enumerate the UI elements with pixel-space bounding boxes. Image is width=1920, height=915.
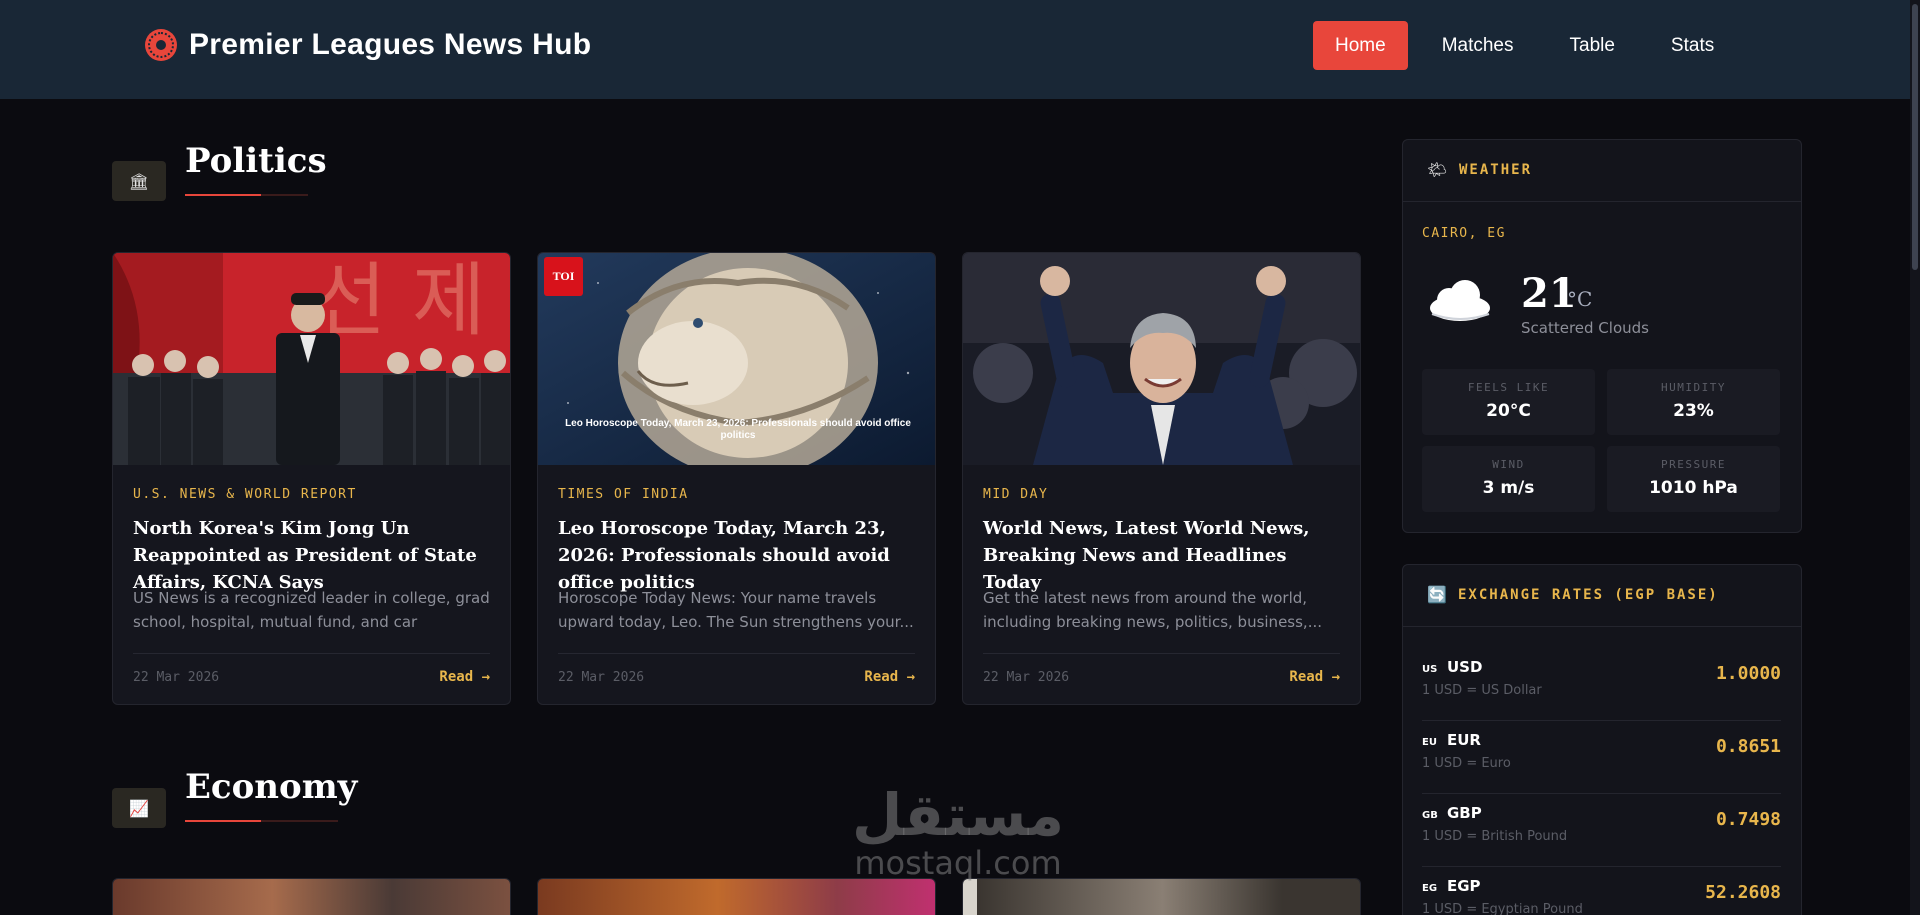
fx-code: EGP [1447, 877, 1481, 895]
section-title-economy: Economy [185, 767, 358, 807]
article-card[interactable]: TOI Leo Horoscope Today, March 23, 2026:… [537, 252, 936, 705]
fx-rate: 0.7498 [1715, 809, 1781, 830]
fx-row: EG EGP 1 USD = Egyptian Pound 52.2608 [1422, 867, 1781, 915]
main-nav: Home Matches Table Stats [1313, 21, 1748, 70]
article-image: 선 제 [113, 253, 510, 465]
brand[interactable]: Premier Leagues News Hub [145, 28, 591, 62]
toi-logo: TOI [544, 257, 583, 296]
brand-title: Premier Leagues News Hub [189, 28, 592, 61]
weather-humidity: HUMIDITY 23% [1607, 369, 1780, 435]
article-card[interactable] [962, 878, 1361, 915]
article-date: 22 Mar 2026 [558, 670, 645, 685]
nav-matches[interactable]: Matches [1420, 21, 1536, 70]
fx-code: GBP [1447, 804, 1482, 822]
article-card[interactable]: MID DAY World News, Latest World News, B… [962, 252, 1361, 705]
read-link[interactable]: Read → [439, 669, 490, 685]
weather-wind: WIND 3 m/s [1422, 446, 1595, 512]
fx-desc: 1 USD = Euro [1422, 756, 1511, 771]
fx-code: EUR [1447, 731, 1481, 749]
weather-condition: Scattered Clouds [1521, 319, 1649, 337]
nav-table[interactable]: Table [1548, 21, 1637, 70]
article-title[interactable]: World News, Latest World News, Breaking … [983, 515, 1345, 596]
fx-desc: 1 USD = British Pound [1422, 829, 1568, 844]
weather-feels-like: FEELS LIKE 20°C [1422, 369, 1595, 435]
nav-home[interactable]: Home [1313, 21, 1408, 70]
flag-icon: US [1422, 664, 1438, 675]
article-image [113, 879, 510, 915]
article-excerpt: Get the latest news from around the worl… [983, 589, 1322, 631]
chart-icon: 📈 [112, 788, 166, 828]
article-source: U.S. NEWS & WORLD REPORT [133, 487, 357, 502]
detail-label: FEELS LIKE [1467, 381, 1550, 394]
article-image: TOI Leo Horoscope Today, March 23, 2026:… [538, 253, 935, 465]
detail-label: PRESSURE [1661, 458, 1726, 471]
exchange-widget: 🔄 EXCHANGE RATES (EGP BASE) US USD 1 USD… [1402, 564, 1802, 915]
article-card[interactable] [112, 878, 511, 915]
detail-value: 3 m/s [1482, 478, 1535, 498]
weather-title: WEATHER [1459, 162, 1533, 178]
divider [133, 653, 490, 654]
article-image [963, 879, 1360, 915]
watermark-latin: mostaql.com [854, 844, 1062, 882]
sun-cloud-icon: 🌤 [1427, 160, 1448, 179]
flag-icon: EU [1422, 737, 1437, 748]
article-card[interactable]: 선 제 U.S. NEWS & WORLD REPORT North Korea… [112, 252, 511, 705]
exchange-title: EXCHANGE RATES (EGP BASE) [1458, 587, 1719, 603]
read-link[interactable]: Read → [1289, 669, 1340, 685]
weather-unit: °C [1567, 287, 1593, 311]
divider [983, 653, 1340, 654]
detail-value: 23% [1673, 401, 1714, 421]
article-image [963, 253, 1360, 465]
fx-code: USD [1447, 658, 1483, 676]
detail-value: 20°C [1486, 401, 1531, 421]
fx-desc: 1 USD = Egyptian Pound [1422, 902, 1583, 915]
fx-rate: 1.0000 [1715, 663, 1781, 684]
exchange-header: 🔄 EXCHANGE RATES (EGP BASE) [1403, 565, 1801, 627]
top-navbar: Premier Leagues News Hub Home Matches Ta… [0, 0, 1920, 99]
article-title[interactable]: North Korea's Kim Jong Un Reappointed as… [133, 515, 495, 596]
article-date: 22 Mar 2026 [133, 670, 220, 685]
scrollbar-thumb[interactable] [1912, 4, 1918, 270]
read-link[interactable]: Read → [864, 669, 915, 685]
weather-header: 🌤 WEATHER [1403, 140, 1801, 202]
detail-label: WIND [1492, 458, 1525, 471]
weather-pressure: PRESSURE 1010 hPa [1607, 446, 1780, 512]
article-image [538, 879, 935, 915]
article-date: 22 Mar 2026 [983, 670, 1070, 685]
page-scrollbar[interactable] [1910, 0, 1920, 915]
divider [558, 653, 915, 654]
detail-value: 1010 hPa [1649, 478, 1738, 498]
article-excerpt: US News is a recognized leader in colleg… [133, 589, 490, 631]
section-underline [185, 194, 308, 196]
fx-rate: 52.2608 [1705, 882, 1781, 903]
fx-row: GB GBP 1 USD = British Pound 0.7498 [1422, 794, 1781, 867]
fx-row: US USD 1 USD = US Dollar 1.0000 [1422, 648, 1781, 721]
building-icon: 🏛 [112, 161, 166, 201]
weather-widget: 🌤 WEATHER CAIRO, EG 21 °C Scattered Clou… [1402, 139, 1802, 533]
refresh-icon: 🔄 [1427, 585, 1447, 604]
article-source: TIMES OF INDIA [558, 487, 689, 502]
fx-rate: 0.8651 [1715, 736, 1781, 757]
image-caption: Leo Horoscope Today, March 23, 2026: Pro… [565, 418, 911, 441]
flag-icon: GB [1422, 810, 1438, 821]
article-excerpt: Horoscope Today News: Your name travels … [558, 589, 914, 631]
section-title-politics: Politics [185, 141, 327, 181]
detail-label: HUMIDITY [1661, 381, 1726, 394]
watermark: مستقل mostaql.com [843, 784, 1073, 880]
article-source: MID DAY [983, 487, 1049, 502]
fx-row: EU EUR 1 USD = Euro 0.8651 [1422, 721, 1781, 794]
cloud-icon [1427, 278, 1493, 326]
svg-text:선 제: 선 제 [313, 254, 486, 347]
article-title[interactable]: Leo Horoscope Today, March 23, 2026: Pro… [558, 515, 920, 596]
watermark-arabic: مستقل [851, 781, 1065, 849]
article-card[interactable] [537, 878, 936, 915]
weather-location: CAIRO, EG [1422, 226, 1506, 241]
flag-icon: EG [1422, 883, 1438, 894]
nav-stats[interactable]: Stats [1649, 21, 1736, 70]
football-icon [145, 29, 177, 61]
section-underline [185, 820, 338, 822]
fx-desc: 1 USD = US Dollar [1422, 683, 1542, 698]
